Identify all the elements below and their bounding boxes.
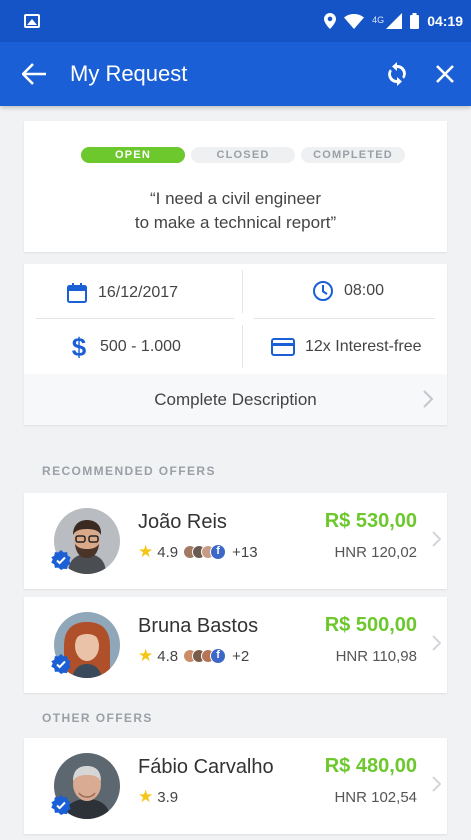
offer-card[interactable]: João Reis ★ 4.9 f +13 R$ 530,00 HNR 120,… xyxy=(24,493,447,589)
date-value: 16/12/2017 xyxy=(98,284,179,301)
request-details-card: 16/12/2017 08:00 $ 500 - 1.000 12x Inter… xyxy=(24,264,447,425)
network-type: 4G xyxy=(372,15,385,25)
quote-line-2: to make a technical report” xyxy=(134,213,337,232)
offer-meta: ★ 3.9 xyxy=(138,787,178,807)
request-summary-card: OPEN CLOSED COMPLETED “I need a civil en… xyxy=(24,121,447,252)
star-icon: ★ xyxy=(138,787,154,806)
refresh-icon[interactable] xyxy=(387,62,407,86)
price-range-value: 500 - 1.000 xyxy=(100,338,181,355)
verified-badge-icon xyxy=(51,795,71,815)
mutual-friends-count: +13 xyxy=(232,543,258,561)
star-icon: ★ xyxy=(138,646,154,665)
rating-value: 4.9 xyxy=(157,543,179,561)
rating-value: 4.8 xyxy=(157,647,179,665)
status-closed: CLOSED xyxy=(191,147,295,163)
offer-price: R$ 480,00 xyxy=(324,755,417,777)
verified-badge-icon xyxy=(51,654,71,674)
offer-card[interactable]: Fábio Carvalho ★ 3.9 R$ 480,00 HNR 102,5… xyxy=(24,738,447,834)
star-icon: ★ xyxy=(138,542,154,561)
wifi-icon xyxy=(344,13,365,29)
offer-hnr: HNR 110,98 xyxy=(335,648,417,665)
verified-badge-icon xyxy=(51,550,71,570)
request-quote: “I need a civil engineer to make a techn… xyxy=(24,187,447,235)
divider xyxy=(242,325,243,368)
app-bar: My Request xyxy=(0,42,471,106)
facebook-icon: f xyxy=(210,648,227,664)
time-value: 08:00 xyxy=(344,282,385,299)
complete-description-button[interactable]: Complete Description xyxy=(24,374,447,425)
divider xyxy=(36,318,234,319)
payment-detail: 12x Interest-free xyxy=(271,322,422,372)
payment-value: 12x Interest-free xyxy=(305,338,422,355)
offer-name: João Reis xyxy=(138,511,227,533)
gallery-notification-icon xyxy=(24,14,40,28)
quote-line-1: “I need a civil engineer xyxy=(149,189,322,208)
credit-card-icon xyxy=(271,338,295,356)
status-tabs: OPEN CLOSED COMPLETED xyxy=(81,147,405,163)
chevron-right-icon xyxy=(423,390,433,408)
chevron-right-icon xyxy=(432,776,441,792)
clock: 04:19 xyxy=(427,13,463,29)
date-detail: 16/12/2017 xyxy=(66,268,178,318)
mutual-friends-avatars: f xyxy=(183,648,227,664)
offer-card[interactable]: Bruna Bastos ★ 4.8 f +2 R$ 500,00 HNR 11… xyxy=(24,597,447,693)
signal-icon xyxy=(386,13,403,29)
location-icon xyxy=(324,13,337,29)
close-icon[interactable] xyxy=(435,64,455,84)
offer-meta: ★ 4.8 f +2 xyxy=(138,646,249,666)
battery-icon xyxy=(410,13,420,29)
other-offers-heading: OTHER OFFERS xyxy=(42,711,153,725)
clock-icon xyxy=(313,281,333,301)
offer-meta: ★ 4.9 f +13 xyxy=(138,542,258,562)
mutual-friends-avatars: f xyxy=(183,544,227,560)
status-open: OPEN xyxy=(81,147,185,163)
status-bar: 4G 04:19 xyxy=(0,0,471,42)
chevron-right-icon xyxy=(432,531,441,547)
offer-price: R$ 530,00 xyxy=(324,510,417,532)
rating-value: 3.9 xyxy=(157,788,179,806)
divider xyxy=(242,270,243,313)
offer-name: Bruna Bastos xyxy=(138,615,259,637)
chevron-right-icon xyxy=(432,635,441,651)
offer-name: Fábio Carvalho xyxy=(138,756,274,778)
status-completed: COMPLETED xyxy=(301,147,405,163)
page-title: My Request xyxy=(70,61,188,86)
mutual-friends-count: +2 xyxy=(232,647,250,665)
price-range-detail: $ 500 - 1.000 xyxy=(68,322,181,372)
offer-hnr: HNR 120,02 xyxy=(334,544,417,561)
calendar-icon xyxy=(67,283,87,303)
offer-price: R$ 500,00 xyxy=(324,614,417,636)
facebook-icon: f xyxy=(210,544,227,560)
complete-description-label: Complete Description xyxy=(154,389,317,409)
divider xyxy=(254,318,435,319)
back-arrow-icon[interactable] xyxy=(22,63,46,85)
recommended-offers-heading: RECOMMENDED OFFERS xyxy=(42,464,216,478)
dollar-icon: $ xyxy=(71,331,87,362)
offer-hnr: HNR 102,54 xyxy=(334,789,417,806)
time-detail: 08:00 xyxy=(312,266,384,316)
status-indicators: 4G 04:19 xyxy=(324,13,463,29)
